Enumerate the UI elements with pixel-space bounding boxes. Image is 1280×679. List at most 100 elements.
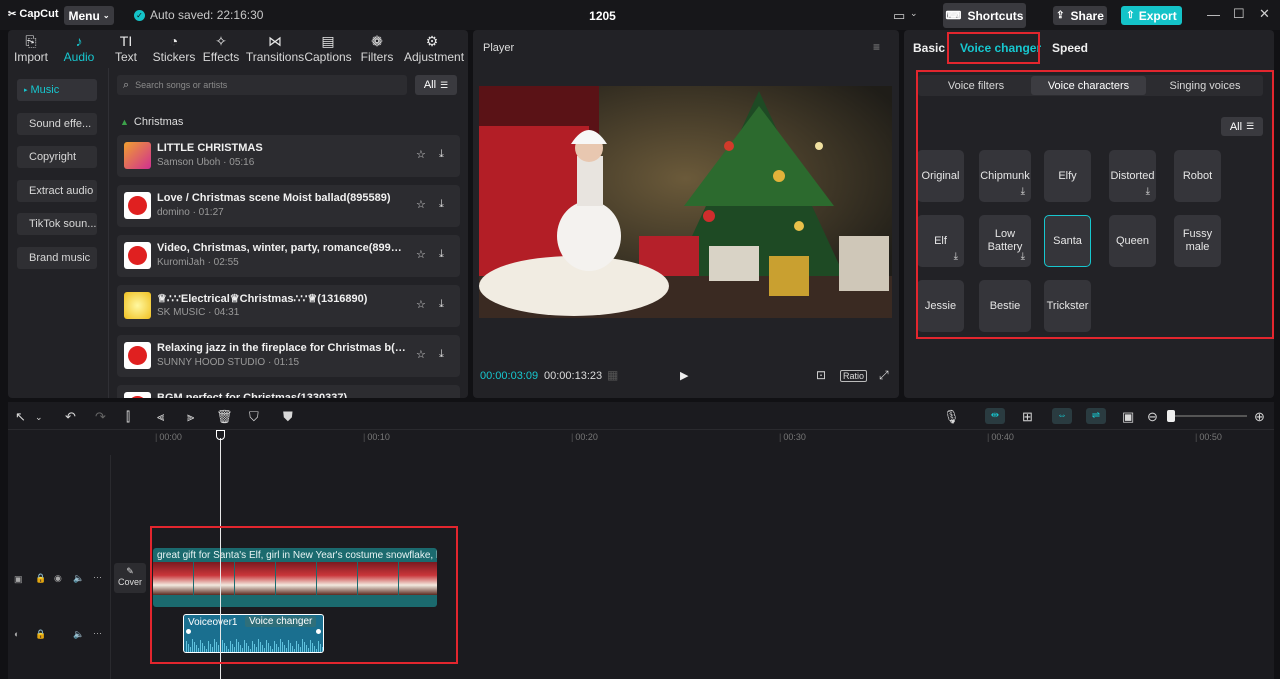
tick-label: 00:50 [1199,432,1222,442]
tab-voice-changer[interactable]: Voice changer [960,33,1041,63]
song-item[interactable]: Relaxing jazz in the fireplace for Chris… [117,335,460,377]
subtab-voice-characters[interactable]: Voice characters [1031,76,1146,95]
speaker-icon[interactable]: 🔈 [73,573,84,584]
zoom-in-icon[interactable]: ⊕ [1254,409,1265,425]
select-cursor-icon[interactable]: ↖ [15,409,26,425]
download-icon[interactable]: ⤓ [439,198,444,211]
chevron-down-icon[interactable]: ⌄ [35,412,43,423]
favorite-icon[interactable]: ☆ [416,348,426,361]
split-right-icon[interactable]: ⫸ [187,409,194,425]
speaker-icon[interactable]: 🔈 [73,629,84,640]
fade-in-handle[interactable] [186,629,191,634]
subtab-singing-voices[interactable]: Singing voices [1149,76,1261,95]
voice-elfy[interactable]: Elfy [1044,150,1091,202]
share-icon: ⇪ [1056,10,1065,21]
grid-icon[interactable]: ▦ [607,368,618,382]
download-icon[interactable]: ⤓ [439,348,444,361]
song-item[interactable]: Video, Christmas, winter, party, romance… [117,235,460,277]
tab-basic[interactable]: Basic [913,33,945,63]
download-icon[interactable]: ⤓ [954,250,958,263]
eye-icon[interactable]: ◉ [54,573,62,584]
close-icon[interactable]: ✕ [1259,6,1270,22]
marker-add-icon[interactable]: ⛉ [249,409,259,425]
voice-elf[interactable]: Elf ⤓ [917,215,964,267]
play-icon[interactable]: ▶ [680,369,688,382]
voice-filter-button[interactable]: All ☰ [1221,117,1263,136]
song-subtitle: Samson Uboh · 05:16 [157,157,255,168]
link-icon[interactable]: ⇔ [1052,408,1072,424]
split-icon[interactable]: ⫿ [126,409,130,425]
video-clip[interactable]: great gift for Santa's Elf, girl in New … [153,548,437,607]
zoom-slider-handle[interactable] [1167,410,1175,422]
layout-icon[interactable]: ▭ [893,8,905,24]
split-left-icon[interactable]: ⫷ [157,409,164,425]
voice-santa[interactable]: Santa [1044,215,1091,267]
minimize-icon[interactable]: — [1207,7,1220,22]
voice-low-battery[interactable]: Low Battery ⤓ [979,215,1031,267]
ruler-tick: | 00:20 [571,432,598,442]
song-item[interactable]: Love / Christmas scene Moist ballad(8955… [117,185,460,227]
song-item[interactable]: LITTLE CHRISTMAS Samson Uboh · 05:16 ☆ ⤓ [117,135,460,177]
caption-icon[interactable]: ▣ [1122,409,1134,425]
maximize-icon[interactable]: ☐ [1233,6,1245,22]
voice-label: Santa [1053,234,1082,247]
download-icon[interactable]: ⤓ [439,298,444,311]
audio-track-icon[interactable]: ◐ [14,629,19,639]
favorite-icon[interactable]: ☆ [416,148,426,161]
shield-icon[interactable]: ⛊ [283,409,293,425]
fade-out-handle[interactable] [316,629,321,634]
chevron-down-icon[interactable]: ⌄ [910,8,918,19]
playhead[interactable] [220,438,221,679]
microphone-icon[interactable]: 🎙 [943,409,960,425]
song-art-icon [128,246,147,265]
fit-icon[interactable]: ⊡ [816,368,826,382]
track-visibility-icon[interactable]: ▣ [14,574,23,585]
voice-original[interactable]: Original [917,150,964,202]
zoom-slider[interactable] [1167,415,1247,417]
zoom-out-icon[interactable]: ⊖ [1147,409,1158,425]
shortcuts-button[interactable]: ⌨ Shortcuts [943,3,1026,28]
more-icon[interactable]: ⋯ [93,628,102,639]
redo-icon[interactable]: ↷ [95,409,106,425]
voice-robot[interactable]: Robot [1174,150,1221,202]
main-track-magnet-icon[interactable]: ⇹ [985,408,1005,424]
tab-speed[interactable]: Speed [1052,33,1088,63]
voice-queen[interactable]: Queen [1109,215,1156,267]
favorite-icon[interactable]: ☆ [416,298,426,311]
ratio-button[interactable]: Ratio [840,370,868,382]
song-item[interactable]: ♕∴∵Electrical♕Christmas∴∵♕(1316890) SK MU… [117,285,460,327]
download-icon[interactable]: ⤓ [439,148,444,161]
song-thumbnail [124,142,151,169]
download-icon[interactable]: ⤓ [1021,185,1025,198]
snap-icon[interactable]: ⊞ [1022,409,1033,425]
download-icon[interactable]: ⤓ [1146,185,1150,198]
player-title: Player [483,42,515,54]
lock-icon[interactable]: 🔒 [35,573,46,584]
delete-icon[interactable]: 🗑 [216,409,233,425]
undo-icon[interactable]: ↶ [65,409,76,425]
tick-label: 00:30 [783,432,806,442]
audio-clip[interactable]: Voiceover1 Voice changer [183,614,324,653]
favorite-icon[interactable]: ☆ [416,198,426,211]
share-button[interactable]: ⇪ Share [1053,6,1107,25]
voice-bestie[interactable]: Bestie [979,280,1031,332]
song-item[interactable]: BGM perfect for Christmas(1330337)☆⤓ [117,385,460,398]
cover-button[interactable]: ✎ Cover [114,563,146,593]
lock-icon[interactable]: 🔒 [35,629,46,640]
more-icon[interactable]: ⋯ [93,572,102,583]
favorite-icon[interactable]: ☆ [416,248,426,261]
voice-chipmunk[interactable]: Chipmunk ⤓ [979,150,1031,202]
subtab-voice-filters[interactable]: Voice filters [920,76,1032,95]
download-icon[interactable]: ⤓ [439,248,444,261]
tick-label: 00:10 [367,432,390,442]
voice-jessie[interactable]: Jessie [917,280,964,332]
voice-fussy-male[interactable]: Fussy male [1174,215,1221,267]
player-menu-icon[interactable]: ≡ [873,40,880,54]
preview-axis-icon[interactable]: ⇌ [1086,408,1106,424]
download-icon[interactable]: ⤓ [1021,250,1025,263]
fullscreen-icon[interactable]: ⤢ [879,368,889,383]
voice-trickster[interactable]: Trickster [1044,280,1091,332]
playhead-handle[interactable] [216,430,225,440]
export-button[interactable]: ⇧ Export [1121,6,1182,25]
voice-distorted[interactable]: Distorted ⤓ [1109,150,1156,202]
